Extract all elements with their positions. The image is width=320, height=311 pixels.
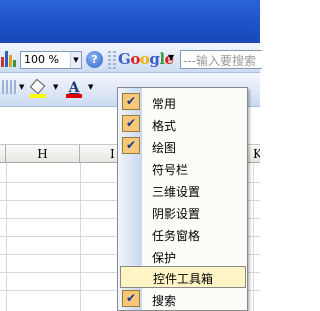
check-icon: ✔ (122, 115, 140, 132)
logo-letter: G (118, 50, 131, 68)
toolbar-grip-handle[interactable] (108, 51, 111, 69)
menu-item-search[interactable]: ✔ 搜索 (119, 288, 247, 310)
menu-item-symbol-bar[interactable]: 符号栏 (119, 157, 247, 179)
chevron-down-icon[interactable]: ▼ (88, 83, 93, 91)
chevron-down-icon[interactable]: ▼ (19, 83, 24, 91)
menu-item-label: 符号栏 (152, 163, 189, 177)
window-title-bar (0, 0, 260, 43)
column-header-label: I (110, 147, 115, 161)
fill-color-icon[interactable] (29, 78, 46, 98)
menu-item-label: 绘图 (152, 141, 177, 155)
menu-item-drawing[interactable]: ✔ 绘图 (119, 135, 247, 157)
menu-item-label: 阴影设置 (152, 207, 201, 221)
menu-item-label: 常用 (152, 97, 177, 111)
menu-item-label: 格式 (152, 119, 177, 133)
menu-item-3d-settings[interactable]: 三维设置 (119, 179, 247, 201)
zoom-select[interactable]: 100 % ▼ (20, 51, 82, 69)
google-menu-chevron-icon[interactable]: ▼ (168, 53, 174, 62)
google-search-input[interactable]: ---输入要搜索 (180, 50, 262, 69)
grid-line (6, 163, 7, 311)
menu-item-protection[interactable]: 保护 (119, 245, 247, 267)
borders-icon[interactable] (2, 80, 16, 94)
check-icon: ✔ (122, 290, 140, 307)
menu-item-formatting[interactable]: ✔ 格式 (119, 113, 247, 135)
check-icon: ✔ (122, 93, 140, 110)
toolbar-grip-handle[interactable] (113, 51, 116, 69)
font-color-icon[interactable]: A (66, 80, 82, 98)
menu-item-shadow-settings[interactable]: 阴影设置 (119, 201, 247, 223)
column-header-h[interactable]: H (6, 145, 80, 163)
chevron-down-icon[interactable]: ▼ (53, 83, 58, 91)
menu-item-standard[interactable]: ✔ 常用 (119, 91, 247, 113)
menu-item-label: 控件工具箱 (153, 272, 214, 286)
menu-item-label: 保护 (152, 251, 177, 265)
menu-item-label: 搜索 (152, 294, 177, 308)
logo-letter: g (149, 50, 160, 68)
menu-item-label: 三维设置 (152, 185, 201, 199)
chart-wizard-icon[interactable] (0, 49, 17, 67)
grid-line (253, 163, 254, 311)
check-icon: ✔ (122, 137, 140, 154)
google-logo[interactable]: Google (118, 50, 174, 68)
help-icon[interactable]: ? (86, 51, 103, 68)
toolbars-context-menu: ✔ 常用 ✔ 格式 ✔ 绘图 符号栏 三维设置 阴影设置 任务窗格 保护 控件工… (117, 87, 248, 311)
menu-item-control-toolbox[interactable]: 控件工具箱 (120, 266, 246, 288)
menu-item-label: 任务窗格 (152, 229, 201, 243)
chevron-down-icon[interactable]: ▼ (70, 52, 81, 68)
zoom-value: 100 % (24, 53, 59, 66)
column-header-label: K (253, 147, 260, 161)
logo-letter: o (139, 50, 150, 68)
menu-item-task-pane[interactable]: 任务窗格 (119, 223, 247, 245)
grid-line (80, 163, 81, 311)
logo-letter: o (130, 50, 140, 68)
